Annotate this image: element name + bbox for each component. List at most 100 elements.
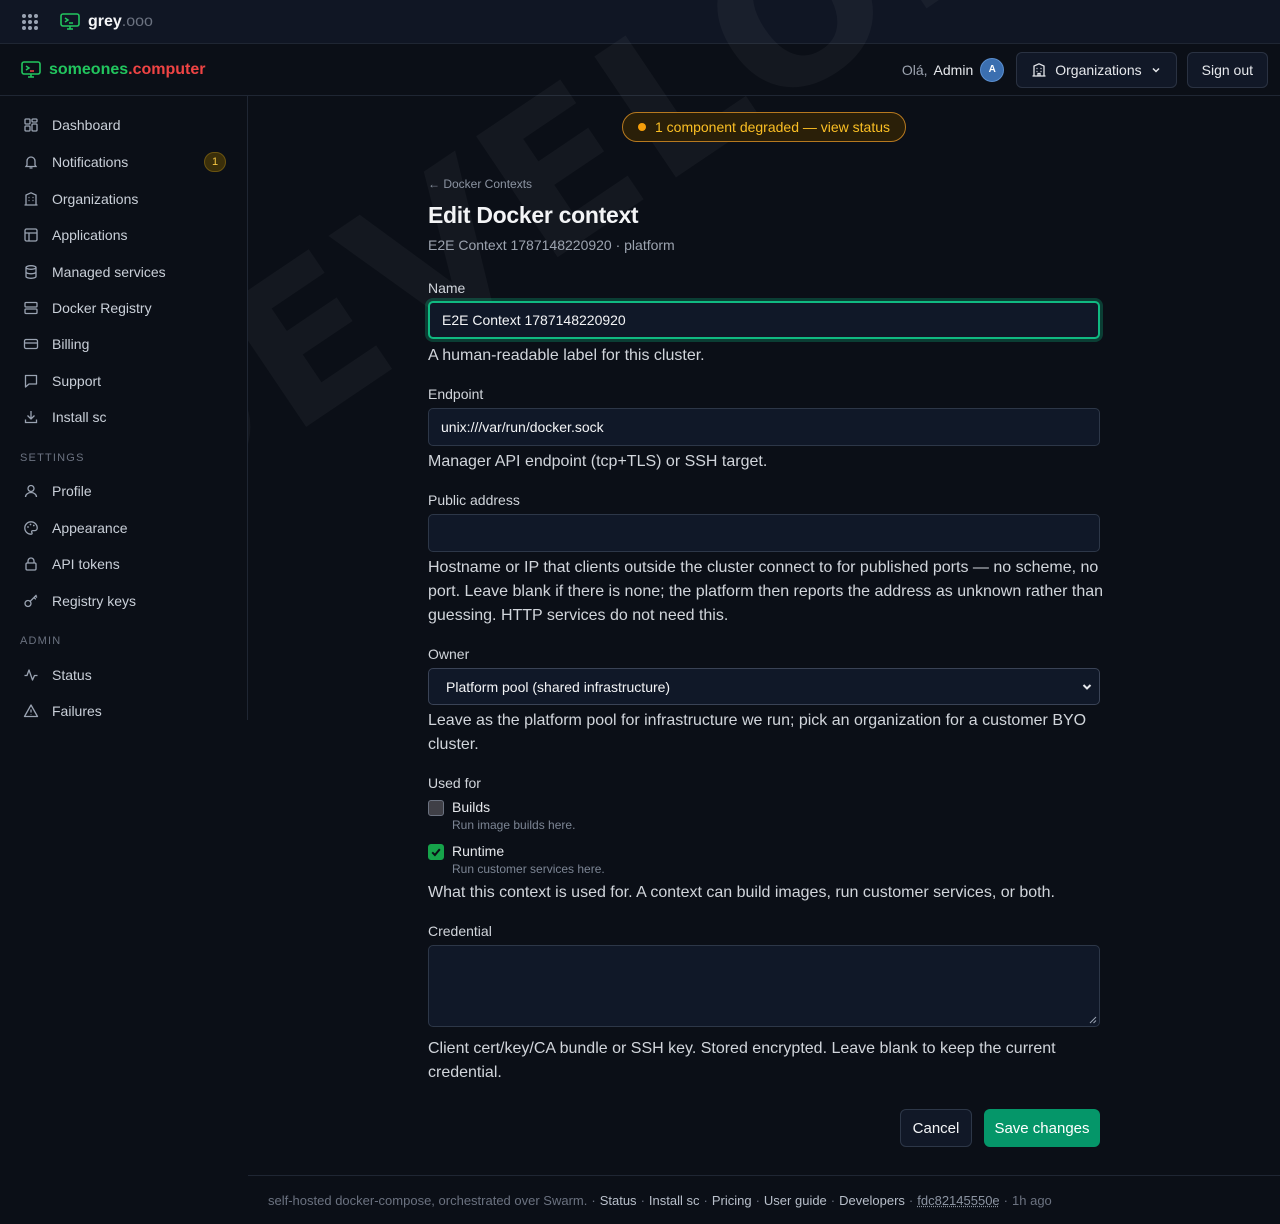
warning-icon	[23, 703, 39, 719]
brand-logo[interactable]: someones .computer	[21, 61, 205, 79]
brand-tld: .computer	[128, 61, 205, 79]
page-title: Edit Docker context	[428, 202, 638, 229]
credential-help: Client cert/key/CA bundle or SSH key. St…	[428, 1037, 1108, 1085]
degraded-status-banner[interactable]: 1 component degraded — view status	[622, 112, 906, 142]
layout-icon	[23, 227, 39, 243]
sidebar-item-label: Billing	[52, 336, 89, 352]
builds-checkbox[interactable]	[428, 800, 444, 816]
footer-separator: ·	[641, 1193, 645, 1208]
sidebar-item-label: Organizations	[52, 191, 138, 207]
credit-card-icon	[23, 336, 39, 352]
sidebar-item-label: Notifications	[52, 154, 128, 170]
back-to-docker-contexts-link[interactable]: ← Docker Contexts	[428, 177, 532, 191]
footer-link-install-sc[interactable]: Install sc	[649, 1193, 700, 1208]
builds-option[interactable]: Builds Run image builds here.	[428, 799, 575, 832]
sidebar-item-support[interactable]: Support	[12, 365, 236, 397]
footer-separator: ·	[703, 1193, 707, 1208]
credential-label: Credential	[428, 923, 492, 939]
terminal-monitor-icon	[21, 61, 41, 79]
warning-dot-icon	[638, 123, 646, 131]
header: someones .computer Olá, Admin A Organizat…	[0, 44, 1280, 96]
status-banner-text: 1 component degraded — view status	[655, 119, 890, 135]
top-bar: grey .ooo	[0, 0, 1280, 44]
footer-separator: ·	[591, 1193, 595, 1208]
sidebar-item-install-sc[interactable]: Install sc	[12, 401, 236, 433]
endpoint-label: Endpoint	[428, 386, 483, 402]
owner-select[interactable]: Platform pool (shared infrastructure)	[428, 668, 1100, 705]
sidebar-item-notifications[interactable]: Notifications 1	[12, 146, 236, 178]
owner-label: Owner	[428, 646, 469, 662]
resize-grip-icon[interactable]	[1089, 1016, 1097, 1024]
sidebar-item-label: Support	[52, 373, 101, 389]
owner-selected-value: Platform pool (shared infrastructure)	[446, 679, 670, 695]
public-address-field[interactable]	[428, 514, 1100, 552]
palette-icon	[23, 520, 39, 536]
runtime-option[interactable]: Runtime Run customer services here.	[428, 843, 605, 876]
name-field[interactable]: E2E Context 1787148220920	[428, 301, 1100, 339]
footer-link-developers[interactable]: Developers	[839, 1193, 905, 1208]
used-for-label: Used for	[428, 775, 481, 791]
sidebar-item-managed-services[interactable]: Managed services	[12, 256, 236, 288]
chevron-down-icon	[1150, 64, 1162, 76]
sidebar-item-docker-registry[interactable]: Docker Registry	[12, 292, 236, 324]
sidebar-item-api-tokens[interactable]: API tokens	[12, 548, 236, 580]
name-label: Name	[428, 280, 465, 296]
public-address-label: Public address	[428, 492, 520, 508]
sidebar-item-organizations[interactable]: Organizations	[12, 183, 236, 215]
avatar[interactable]: A	[980, 58, 1004, 82]
runtime-description: Run customer services here.	[452, 862, 605, 876]
sidebar: Dashboard Notifications 1 Organizations …	[0, 96, 248, 720]
sidebar-item-label: Appearance	[52, 520, 128, 536]
dashboard-icon	[23, 117, 39, 133]
sidebar-item-registry-keys[interactable]: Registry keys	[12, 585, 236, 617]
sign-out-button[interactable]: Sign out	[1187, 52, 1268, 88]
footer-build-age: 1h ago	[1012, 1193, 1052, 1208]
app-grid-icon[interactable]	[22, 14, 38, 30]
admin-section-label: ADMIN	[20, 635, 61, 647]
sidebar-item-appearance[interactable]: Appearance	[12, 512, 236, 544]
endpoint-field[interactable]: unix:///var/run/docker.sock	[428, 408, 1100, 446]
footer-commit-hash[interactable]: fdc82145550e	[917, 1193, 999, 1208]
bell-icon	[23, 154, 39, 170]
sidebar-item-profile[interactable]: Profile	[12, 475, 236, 507]
sidebar-item-label: Profile	[52, 483, 92, 499]
runtime-checkbox[interactable]	[428, 844, 444, 860]
sidebar-item-label: Registry keys	[52, 593, 136, 609]
organizations-dropdown[interactable]: Organizations	[1016, 52, 1176, 88]
greeting: Olá,	[902, 62, 928, 78]
save-changes-button[interactable]: Save changes	[984, 1109, 1100, 1147]
grey-logo[interactable]: grey .ooo	[60, 13, 153, 31]
cancel-button[interactable]: Cancel	[900, 1109, 972, 1147]
owner-help: Leave as the platform pool for infrastru…	[428, 709, 1108, 757]
chat-icon	[23, 373, 39, 389]
footer-link-status[interactable]: Status	[600, 1193, 637, 1208]
lock-icon	[23, 556, 39, 572]
chevron-down-icon	[1081, 681, 1093, 693]
sidebar-item-status[interactable]: Status	[12, 659, 236, 691]
endpoint-help: Manager API endpoint (tcp+TLS) or SSH ta…	[428, 450, 1108, 474]
download-icon	[23, 409, 39, 425]
checkmark-icon	[430, 846, 442, 858]
used-for-help: What this context is used for. A context…	[428, 881, 1108, 905]
building-icon	[1031, 62, 1047, 78]
footer-link-user-guide[interactable]: User guide	[764, 1193, 827, 1208]
sidebar-item-failures[interactable]: Failures	[12, 695, 236, 727]
footer: self-hosted docker-compose, orchestrated…	[248, 1175, 1280, 1224]
credential-textarea[interactable]	[428, 945, 1100, 1027]
sidebar-item-billing[interactable]: Billing	[12, 328, 236, 360]
sidebar-item-applications[interactable]: Applications	[12, 219, 236, 251]
sidebar-item-dashboard[interactable]: Dashboard	[12, 109, 236, 141]
building-icon	[23, 191, 39, 207]
brand-name: someones	[49, 61, 128, 79]
footer-link-pricing[interactable]: Pricing	[712, 1193, 752, 1208]
sidebar-item-label: Failures	[52, 703, 102, 719]
activity-icon	[23, 667, 39, 683]
sidebar-item-label: Managed services	[52, 264, 166, 280]
key-icon	[23, 593, 39, 609]
database-icon	[23, 264, 39, 280]
footer-separator: ·	[1004, 1193, 1008, 1208]
name-help: A human-readable label for this cluster.	[428, 344, 1108, 368]
builds-label: Builds	[452, 799, 575, 815]
public-address-help: Hostname or IP that clients outside the …	[428, 556, 1108, 628]
page-subtitle: E2E Context 1787148220920 · platform	[428, 237, 675, 253]
